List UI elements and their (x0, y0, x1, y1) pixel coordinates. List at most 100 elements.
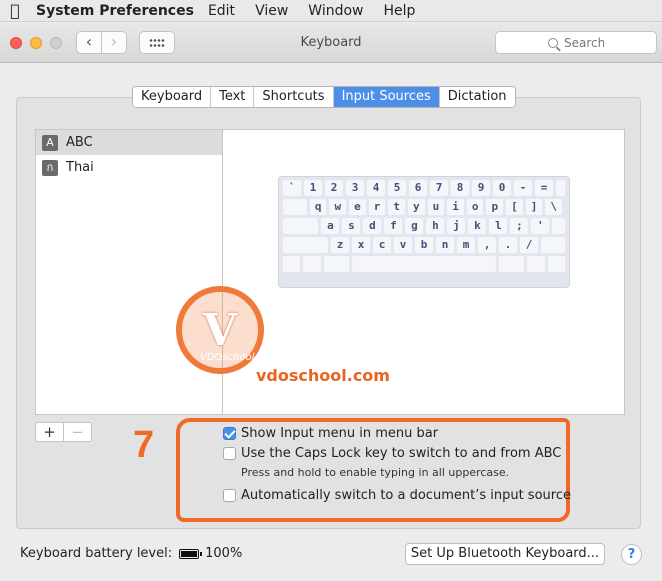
show-input-menu-checkbox[interactable] (223, 427, 236, 440)
battery-icon (179, 548, 203, 559)
apple-menu-icon[interactable]:  (2, 1, 28, 20)
option-label: Show Input menu in menu bar (241, 426, 439, 441)
keyboard-key: j (447, 218, 466, 234)
keyboard-key: u (427, 199, 445, 215)
keyboard-key: 5 (388, 180, 406, 196)
thai-input-icon: ก (42, 159, 58, 176)
add-remove-buttons: + − (35, 422, 92, 442)
caps-lock-checkbox[interactable] (223, 447, 236, 460)
keyboard-key: i (447, 199, 464, 215)
add-input-source-button[interactable]: + (36, 423, 63, 441)
battery-label: Keyboard battery level: (20, 546, 173, 561)
keyboard-row: ` 1 2 3 4 5 6 7 8 9 0- = (283, 180, 565, 196)
keyboard-key: ` (283, 180, 301, 196)
list-item-thai[interactable]: ก Thai (36, 155, 222, 180)
setup-bluetooth-keyboard-button[interactable]: Set Up Bluetooth Keyboard... (405, 543, 605, 565)
keyboard-key: = (535, 180, 553, 196)
modifier-key (283, 256, 301, 272)
keyboard-key: t (388, 199, 405, 215)
keyboard-key: x (352, 237, 370, 253)
modifier-key (283, 237, 328, 253)
keyboard-key: \ (545, 199, 562, 215)
modifier-key (547, 256, 565, 272)
keyboard-key: c (373, 237, 391, 253)
keyboard-row: a s d f g h j k l; ' (283, 218, 565, 234)
keyboard-key: b (415, 237, 433, 253)
keyboard-key: g (405, 218, 424, 234)
modifier-key (323, 256, 349, 272)
auto-switch-checkbox[interactable] (223, 489, 236, 502)
search-input[interactable] (564, 35, 604, 50)
keyboard-key: ' (531, 218, 550, 234)
remove-input-source-button[interactable]: − (63, 423, 91, 441)
battery-level: 100% (205, 546, 243, 561)
keyboard-key: l (489, 218, 508, 234)
keyboard-key: 7 (430, 180, 448, 196)
keyboard-key: [ (506, 199, 523, 215)
keyboard-key: o (466, 199, 484, 215)
step-number: 7 (133, 424, 155, 466)
option-label: Use the Caps Lock key to switch to and f… (241, 446, 562, 461)
brand-text: vdoschool.com (256, 366, 390, 385)
modifier-key (541, 237, 565, 253)
keyboard-key: ; (510, 218, 529, 234)
keyboard-layout-preview: ` 1 2 3 4 5 6 7 8 9 0- = q w e r t y u i o p[] \ a s d f g h j k l; ' z x c… (278, 176, 570, 288)
keyboard-key: k (468, 218, 487, 234)
menu-bar:  System Preferences Edit View Window He… (0, 0, 662, 22)
tab-keyboard[interactable]: Keyboard (133, 87, 212, 107)
list-item-label: Thai (66, 160, 94, 175)
keyboard-key: , (478, 237, 496, 253)
logo-text: VDOschool (200, 352, 255, 363)
list-item-abc[interactable]: A ABC (36, 130, 222, 155)
keyboard-key: 3 (346, 180, 364, 196)
keyboard-key: 1 (304, 180, 322, 196)
keyboard-key: a (321, 218, 340, 234)
keyboard-key: r (368, 199, 386, 215)
keyboard-key: 2 (325, 180, 343, 196)
keyboard-key: w (329, 199, 347, 215)
modifier-key (556, 180, 565, 196)
keyboard-key: 4 (367, 180, 385, 196)
menu-help[interactable]: Help (384, 3, 416, 19)
caps-lock-hint: Press and hold to enable typing in all u… (241, 466, 510, 479)
keyboard-row: q w e r t y u i o p[] \ (283, 199, 565, 215)
tab-text[interactable]: Text (211, 87, 255, 107)
tab-dictation[interactable]: Dictation (439, 87, 515, 107)
menu-view[interactable]: View (255, 3, 288, 19)
auto-switch-option[interactable]: Automatically switch to a document’s inp… (223, 488, 571, 503)
modifier-key (303, 256, 321, 272)
menu-window[interactable]: Window (308, 3, 363, 19)
tab-shortcuts[interactable]: Shortcuts (254, 87, 334, 107)
keyboard-key: q (309, 199, 327, 215)
keyboard-key: p (486, 199, 504, 215)
search-field[interactable] (495, 31, 657, 54)
modifier-key (499, 256, 525, 272)
tab-input-sources[interactable]: Input Sources (333, 87, 440, 107)
input-source-list: A ABC ก Thai (35, 129, 223, 415)
keyboard-key: z (331, 237, 349, 253)
keyboard-key: 9 (472, 180, 490, 196)
keyboard-key: 8 (451, 180, 469, 196)
keyboard-key: 6 (409, 180, 427, 196)
logo-letter: V (202, 304, 238, 356)
keyboard-key: n (436, 237, 454, 253)
modifier-key (283, 199, 307, 215)
keyboard-key: f (384, 218, 403, 234)
tab-bar: Keyboard Text Shortcuts Input Sources Di… (132, 86, 516, 108)
title-bar: ‹ › Keyboard (0, 23, 662, 63)
help-button[interactable]: ? (621, 544, 642, 565)
modifier-key (527, 256, 545, 272)
search-icon (548, 37, 558, 48)
menu-app-name[interactable]: System Preferences (36, 3, 194, 19)
keyboard-key: / (520, 237, 538, 253)
show-input-menu-option[interactable]: Show Input menu in menu bar (223, 426, 438, 441)
menu-edit[interactable]: Edit (208, 3, 235, 19)
keyboard-key: . (499, 237, 517, 253)
caps-lock-option[interactable]: Use the Caps Lock key to switch to and f… (223, 446, 561, 461)
keyboard-key: - (514, 180, 532, 196)
keyboard-row: z x c v b n m,. / (283, 237, 565, 253)
keyboard-row (283, 256, 565, 272)
keyboard-key: s (342, 218, 361, 234)
modifier-key (552, 218, 565, 234)
keyboard-key: h (426, 218, 445, 234)
